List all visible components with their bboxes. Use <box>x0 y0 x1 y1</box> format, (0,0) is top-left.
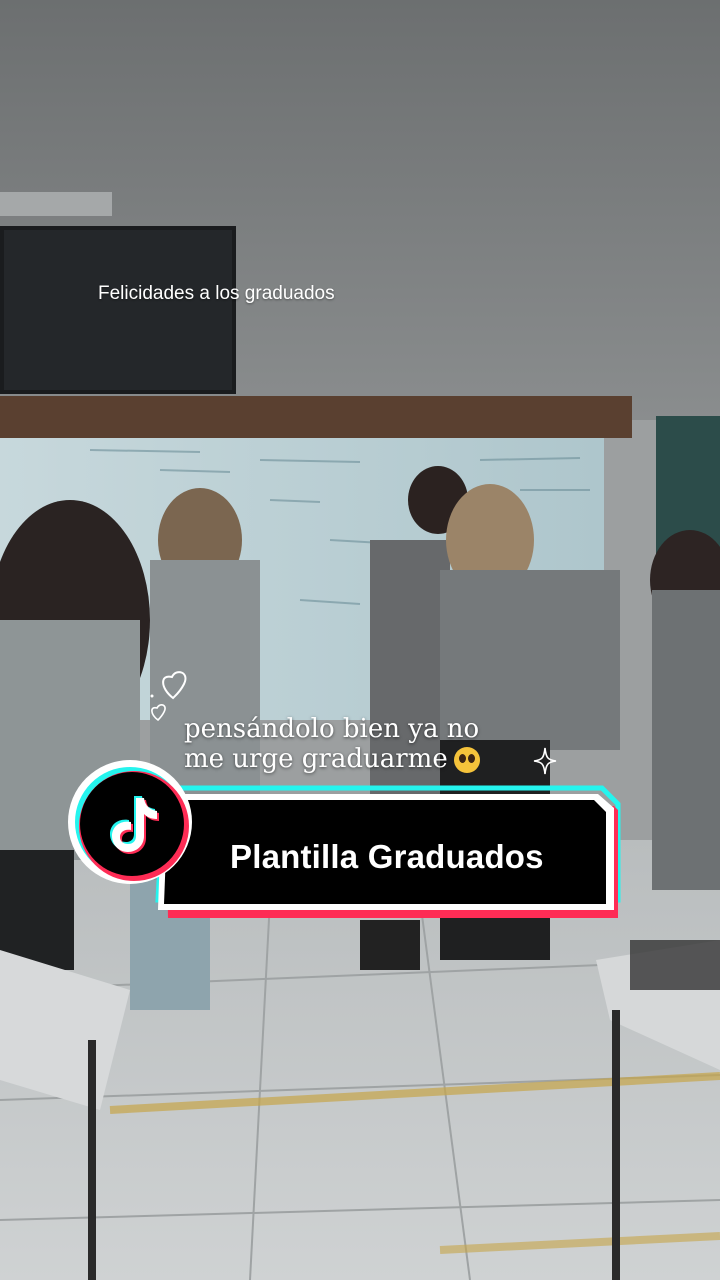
classroom-scene <box>0 0 720 1280</box>
video-frame[interactable] <box>0 0 720 1280</box>
video-caption-top: Felicidades a los graduados <box>98 283 335 304</box>
template-badge-label[interactable]: Plantilla Graduados <box>230 838 544 876</box>
overlay-line-1: pensándolo bien ya no <box>184 714 480 744</box>
